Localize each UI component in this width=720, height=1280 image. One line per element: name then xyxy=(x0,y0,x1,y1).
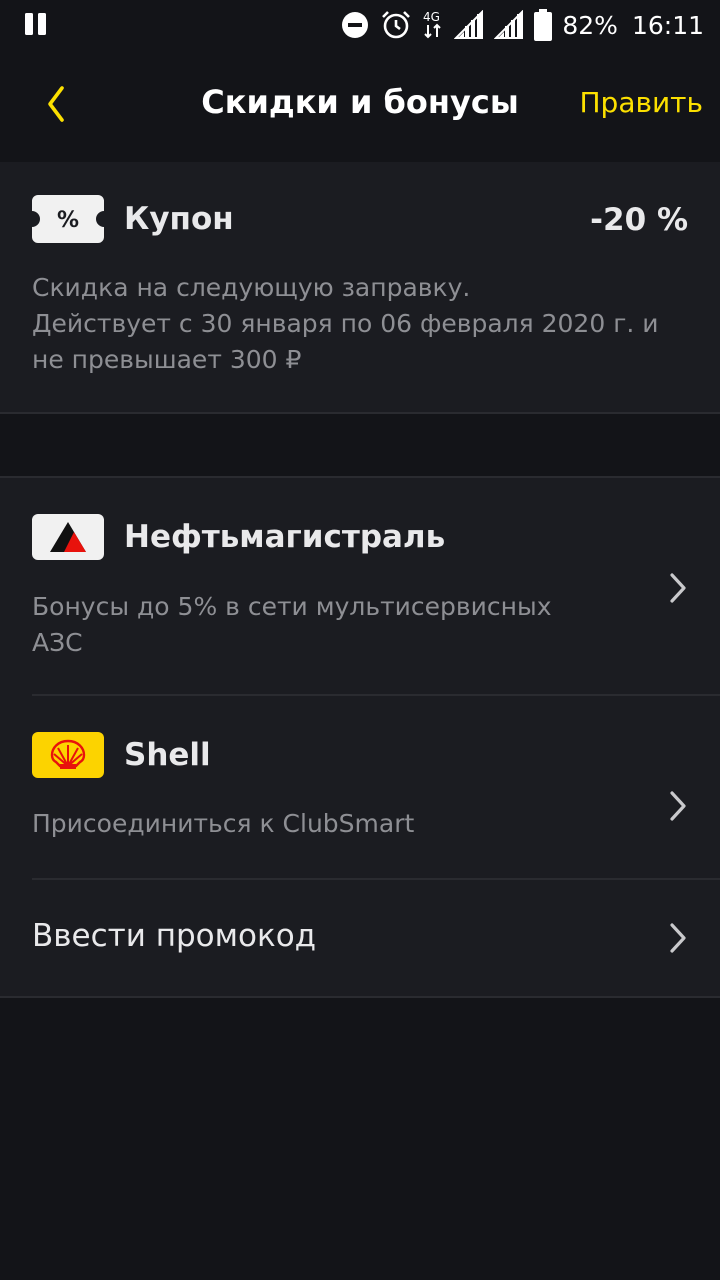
enter-promo-code-row[interactable]: Ввести промокод xyxy=(0,880,720,998)
program-description-line: АЗС xyxy=(32,628,83,657)
program-description: Бонусы до 5% в сети мультисервисных АЗС xyxy=(32,589,612,661)
do-not-disturb-icon xyxy=(340,10,370,40)
enter-promo-code-label: Ввести промокод xyxy=(32,918,317,954)
clock: 16:11 xyxy=(631,10,704,40)
coupon-discount: -20 % xyxy=(590,202,688,238)
coupon-description: Скидка на следующую заправку. Действует … xyxy=(32,270,672,378)
screen: 4G 82% 16:11 Скидки и бонусы Править % К… xyxy=(0,0,720,1280)
coupon-title: Купон xyxy=(124,201,234,237)
coupon-description-line: не превышает 300 ₽ xyxy=(32,345,302,374)
chevron-right-icon xyxy=(666,790,690,822)
signal-icon xyxy=(454,10,484,40)
program-description-line: Бонусы до 5% в сети мультисервисных xyxy=(32,592,552,621)
chevron-right-icon xyxy=(666,572,690,604)
coupon-card[interactable]: % Купон -20 % Скидка на следующую заправ… xyxy=(0,162,720,414)
network-4g-icon: 4G xyxy=(422,9,444,41)
shell-logo xyxy=(32,732,104,778)
status-bar: 4G 82% 16:11 xyxy=(0,0,720,50)
program-title: Shell xyxy=(124,737,211,773)
battery-percent: 82% xyxy=(562,10,618,40)
program-title: Нефтьмагистраль xyxy=(124,519,446,555)
pause-icon xyxy=(24,12,48,40)
coupon-ticket-icon: % xyxy=(32,195,104,243)
loyalty-list: Нефтьмагистраль Бонусы до 5% в сети муль… xyxy=(0,476,720,998)
svg-text:%: % xyxy=(57,208,79,233)
list-item-neftmagistral[interactable]: Нефтьмагистраль Бонусы до 5% в сети муль… xyxy=(0,478,720,694)
list-item-shell[interactable]: Shell Присоединиться к ClubSmart xyxy=(0,696,720,878)
neftmagistral-logo xyxy=(32,514,104,560)
header: Скидки и бонусы Править xyxy=(0,50,720,160)
coupon-description-line: Скидка на следующую заправку. xyxy=(32,273,471,302)
battery-icon xyxy=(534,9,553,41)
program-description: Присоединиться к ClubSmart xyxy=(32,809,415,838)
edit-button[interactable]: Править xyxy=(580,86,704,119)
svg-text:4G: 4G xyxy=(423,10,440,24)
alarm-icon xyxy=(380,9,412,41)
coupon-description-line: Действует с 30 января по 06 февраля 2020… xyxy=(32,309,659,338)
chevron-right-icon xyxy=(666,922,690,954)
signal-icon xyxy=(494,10,524,40)
